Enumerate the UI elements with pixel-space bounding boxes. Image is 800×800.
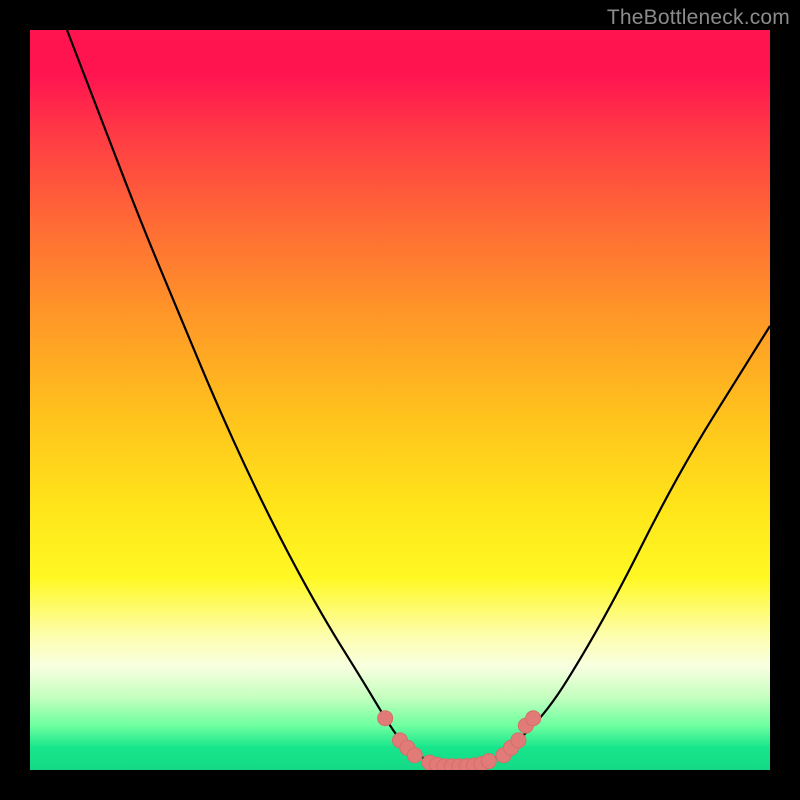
curve-marker bbox=[393, 733, 408, 748]
curve-marker bbox=[511, 733, 526, 748]
marker-layer bbox=[378, 711, 541, 770]
curve-marker bbox=[504, 740, 519, 755]
curve-marker bbox=[496, 748, 511, 763]
curve-marker bbox=[474, 757, 489, 770]
curve-marker bbox=[407, 748, 422, 763]
plot-area bbox=[30, 30, 770, 770]
curve-marker bbox=[400, 740, 415, 755]
chart-svg bbox=[30, 30, 770, 770]
curve-marker bbox=[444, 759, 459, 770]
curve-marker bbox=[467, 758, 482, 770]
curve-marker bbox=[437, 759, 452, 770]
curve-marker bbox=[378, 711, 393, 726]
watermark-text: TheBottleneck.com bbox=[607, 6, 790, 30]
chart-frame: TheBottleneck.com bbox=[0, 0, 800, 800]
curve-marker bbox=[518, 718, 533, 733]
curve-marker bbox=[430, 757, 445, 770]
curve-marker bbox=[481, 754, 496, 769]
curve-marker bbox=[422, 755, 437, 770]
bottleneck-curve bbox=[67, 30, 770, 766]
curve-marker bbox=[459, 759, 474, 770]
curve-marker bbox=[526, 711, 541, 726]
curve-layer bbox=[67, 30, 770, 766]
curve-marker bbox=[452, 759, 467, 770]
